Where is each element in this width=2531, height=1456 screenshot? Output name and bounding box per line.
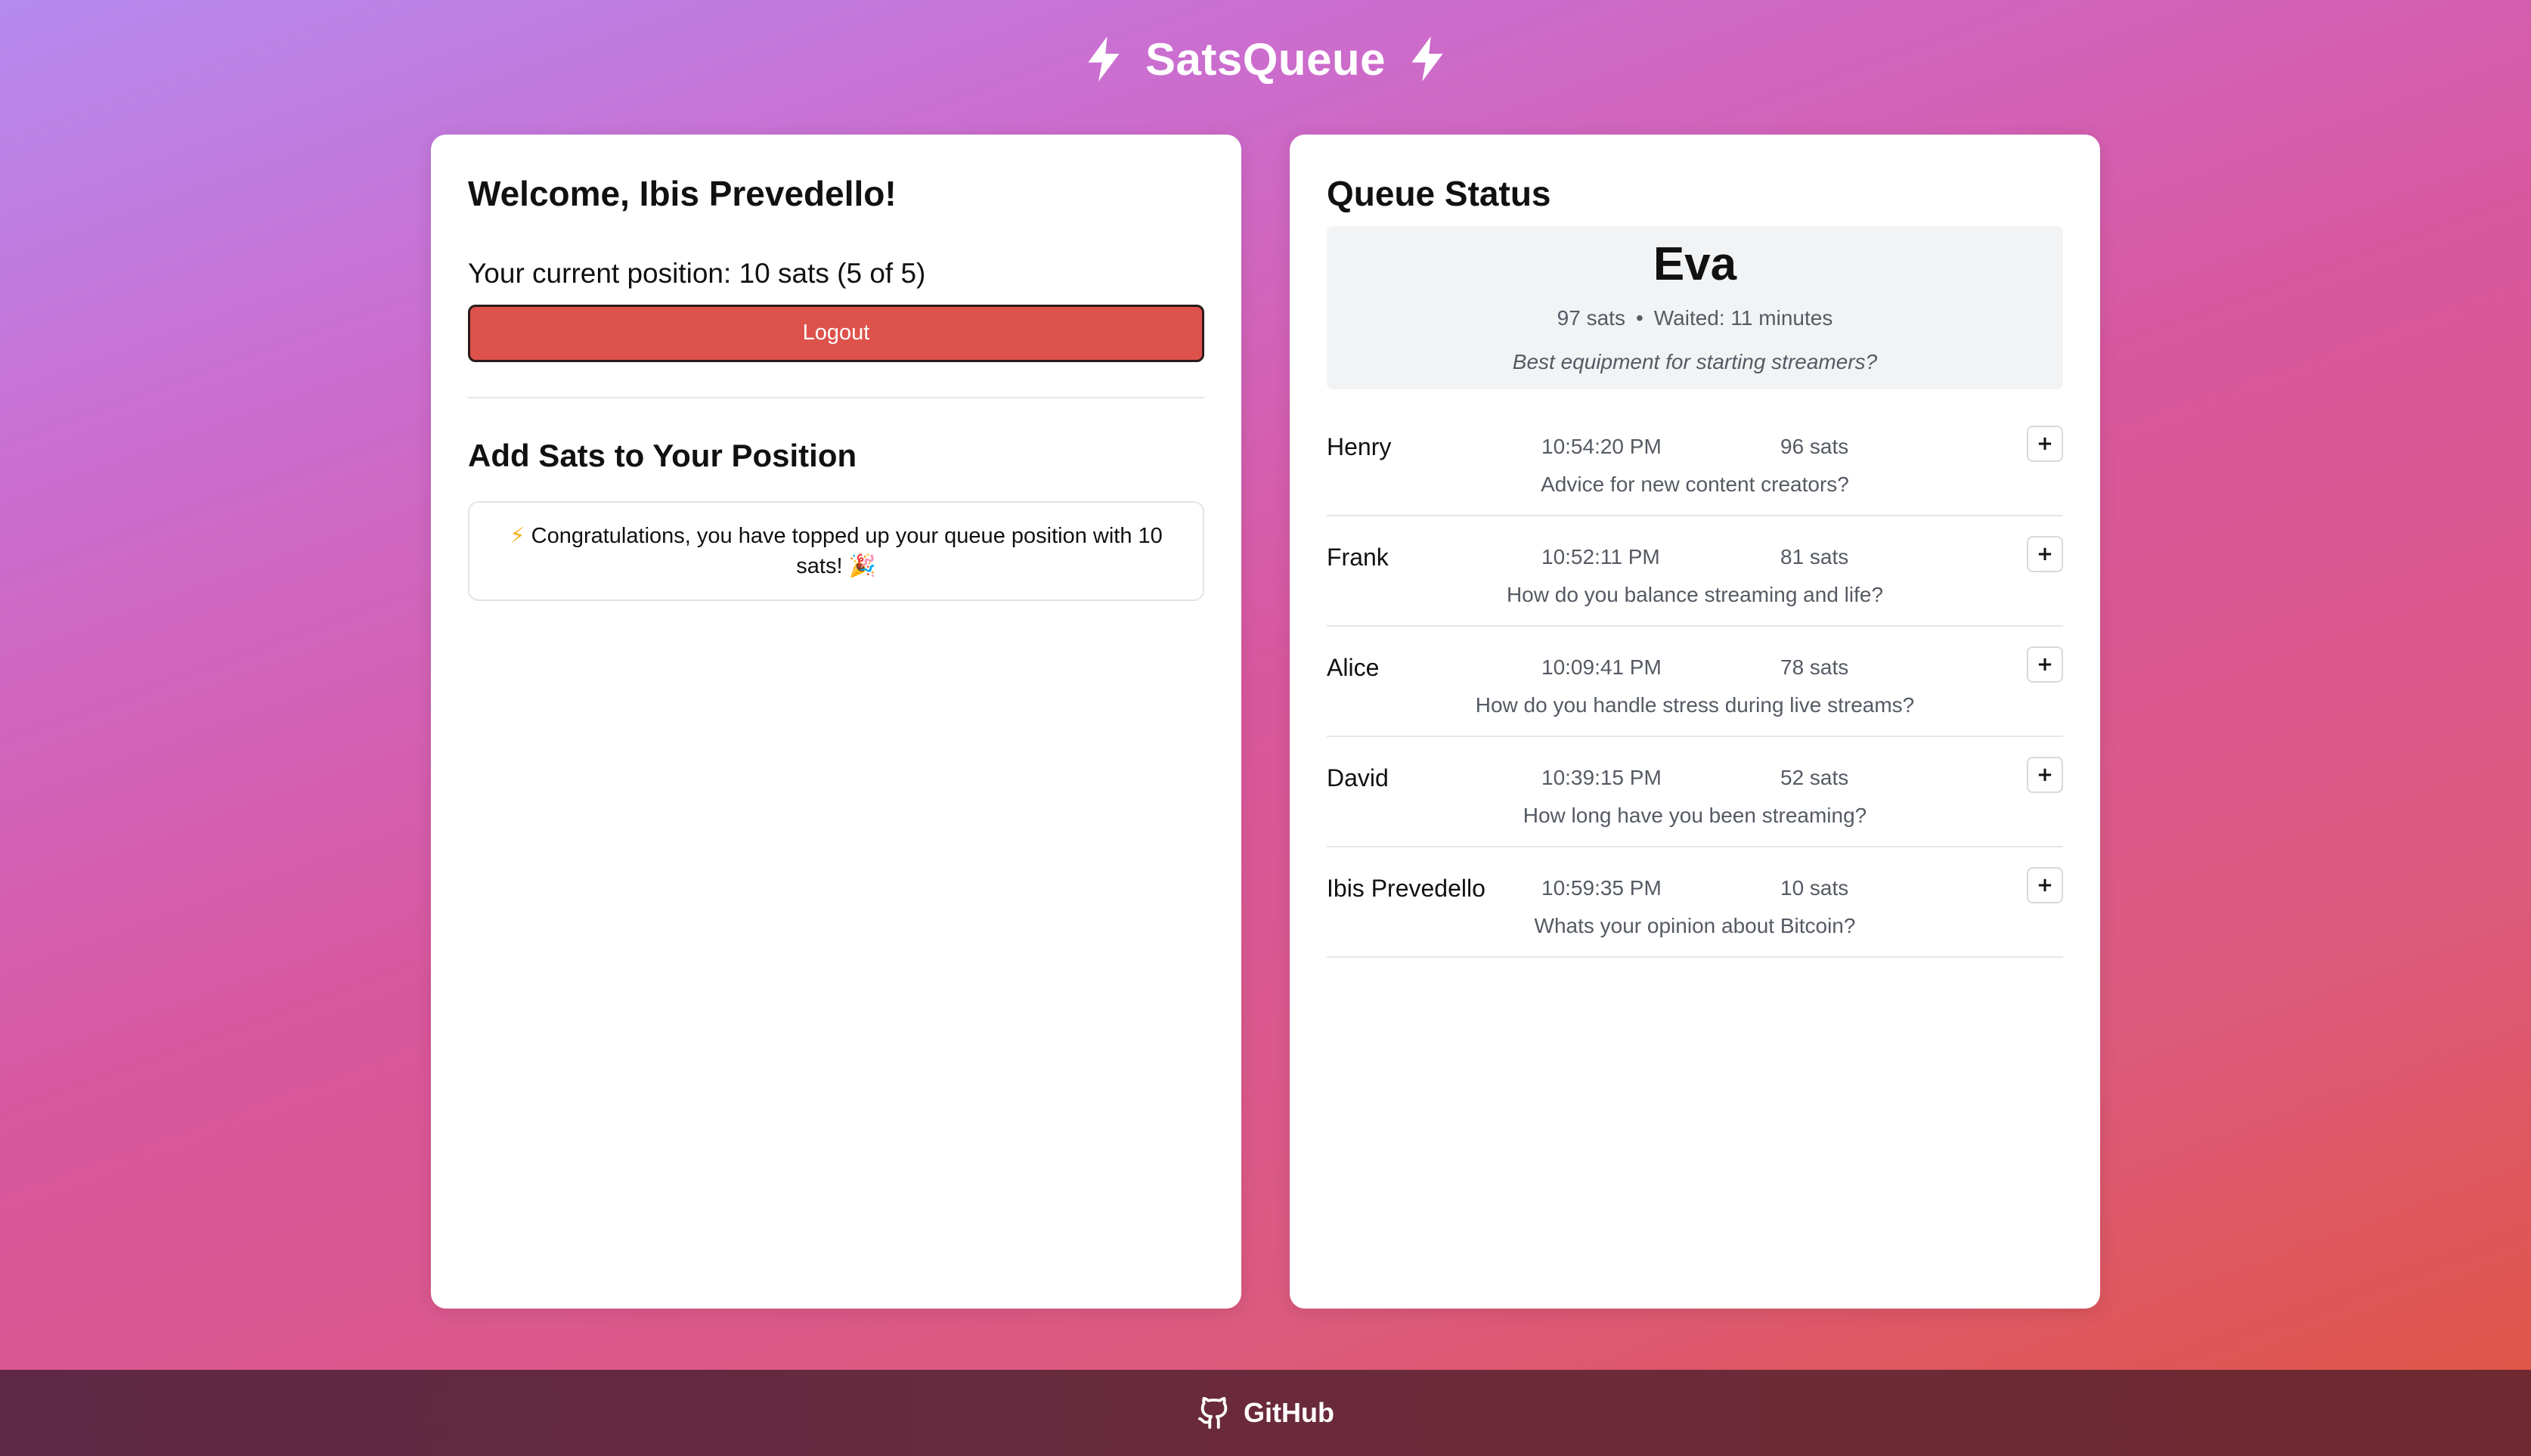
logout-button[interactable]: Logout (468, 304, 1204, 362)
divider (468, 396, 1204, 398)
lightning-bolt-icon (1411, 36, 1443, 82)
queue-item-question: Whats your opinion about Bitcoin? (1534, 913, 1856, 937)
queue-status-heading: Queue Status (1327, 174, 1551, 213)
queue-item-time: 10:52:11 PM (1541, 544, 1660, 568)
queue-item-question: How long have you been streaming? (1523, 803, 1867, 827)
app-title: SatsQueue (1145, 33, 1386, 85)
queue-item-time: 10:54:20 PM (1541, 434, 1662, 458)
queue-item-name: Frank (1327, 543, 1389, 571)
queue-item-name: Alice (1327, 653, 1380, 681)
current-speaker-question: Best equipment for starting streamers? (1512, 349, 1878, 373)
queue-row: Frank 10:52:11 PM 81 sats + How do you b… (1327, 516, 2063, 627)
current-speaker-meta: 97 sats • Waited: 11 minutes (1327, 306, 2063, 330)
current-position-text: Your current position: 10 sats (5 of 5) (468, 257, 926, 289)
queue-row: Alice 10:09:41 PM 78 sats + How do you h… (1327, 627, 2063, 737)
queue-item-name: Henry (1327, 432, 1392, 460)
current-speaker-box: Eva 97 sats • Waited: 11 minutes Best equi… (1327, 225, 2063, 389)
queue-item-question: Advice for new content creators? (1541, 472, 1849, 496)
github-icon (1197, 1396, 1228, 1430)
queue-item-time: 10:59:35 PM (1541, 875, 1662, 900)
queue-list: Henry 10:54:20 PM 96 sats + Advice for n… (1327, 406, 2063, 958)
lightning-bolt-icon (1088, 36, 1120, 82)
welcome-heading: Welcome, Ibis Prevedello! (468, 174, 897, 213)
queue-row: Henry 10:54:20 PM 96 sats + Advice for n… (1327, 406, 2063, 516)
queue-panel: Queue Status Eva 97 sats • Waited: 11 minu… (1290, 135, 2100, 1309)
add-sats-button[interactable]: + (2027, 425, 2063, 462)
add-sats-button[interactable]: + (2027, 646, 2063, 683)
queue-item-sats: 52 sats (1780, 765, 1849, 789)
github-label: GitHub (1244, 1397, 1334, 1428)
topup-success-message: ⚡ Congratulations, you have topped up yo… (468, 501, 1204, 602)
queue-item-question: How do you handle stress during live str… (1475, 692, 1915, 717)
add-sats-button[interactable]: + (2027, 756, 2063, 793)
queue-item-name: David (1327, 764, 1389, 792)
queue-row: Ibis Prevedello 10:59:35 PM 10 sats + Wh… (1327, 847, 2063, 958)
current-speaker-waited: Waited: 11 minutes (1653, 305, 1833, 330)
footer: GitHub (0, 1370, 2531, 1456)
queue-item-question: How do you balance streaming and life? (1506, 582, 1884, 606)
github-link[interactable]: GitHub (1197, 1396, 1334, 1430)
queue-item-name: Ibis Prevedello (1327, 874, 1485, 902)
lightning-icon: ⚡ (510, 524, 525, 549)
add-sats-button[interactable]: + (2027, 866, 2063, 903)
add-sats-heading: Add Sats to Your Position (468, 437, 857, 473)
queue-item-time: 10:09:41 PM (1541, 655, 1662, 679)
separator-dot: • (1635, 305, 1643, 330)
queue-item-sats: 81 sats (1780, 544, 1849, 568)
topup-message-text: Congratulations, you have topped up your… (525, 524, 1163, 579)
user-panel: Welcome, Ibis Prevedello! Your current p… (431, 135, 1241, 1309)
add-sats-button[interactable]: + (2027, 535, 2063, 572)
current-speaker-sats: 97 sats (1557, 305, 1625, 330)
queue-item-time: 10:39:15 PM (1541, 765, 1662, 789)
queue-item-sats: 10 sats (1780, 875, 1849, 900)
app-header: SatsQueue (0, 29, 2531, 89)
party-popper-icon: 🎉 (848, 554, 876, 579)
current-speaker-name: Eva (1653, 237, 1737, 290)
queue-item-sats: 78 sats (1780, 655, 1849, 679)
queue-item-sats: 96 sats (1780, 434, 1849, 458)
queue-row: David 10:39:15 PM 52 sats + How long hav… (1327, 737, 2063, 847)
